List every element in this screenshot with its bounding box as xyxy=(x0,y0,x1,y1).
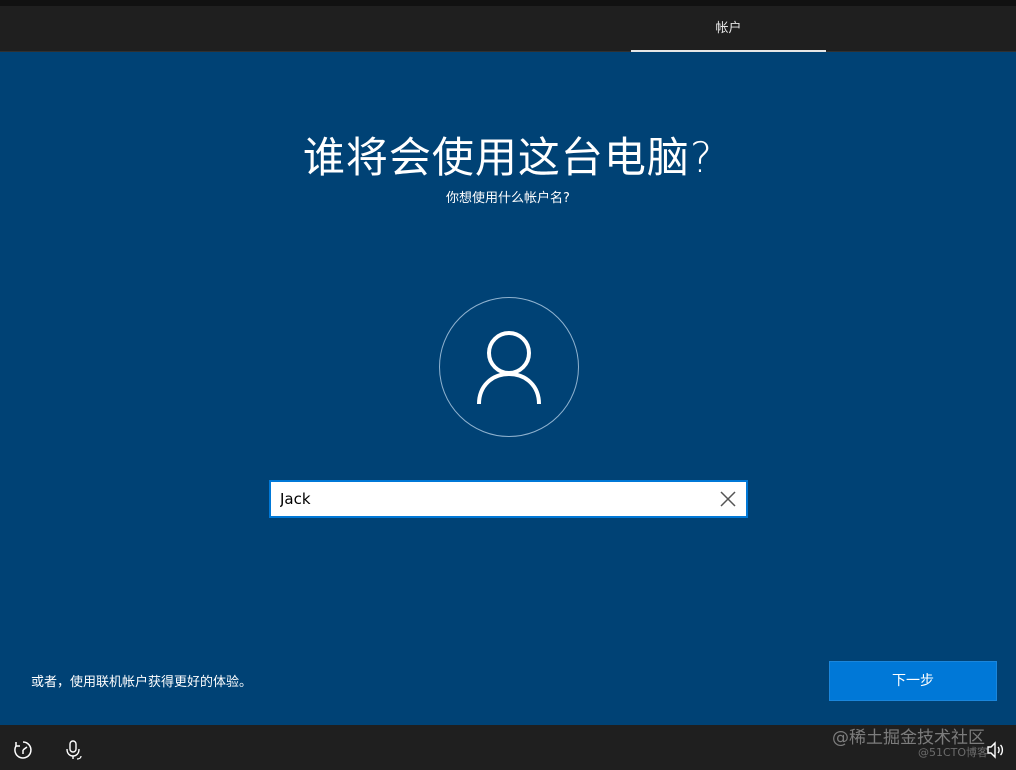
page-title: 谁将会使用这台电脑? xyxy=(302,133,714,182)
stage-tab-account: 帐户 xyxy=(631,6,826,52)
next-button[interactable]: 下一步 xyxy=(829,661,997,701)
ease-of-access-button[interactable] xyxy=(12,739,34,761)
stage-tab-underline xyxy=(631,50,826,52)
oobe-screen: 帐户 谁将会使用这台电脑? 你想使用什么帐户名? 或者，使用联机帐户获得更好的体… xyxy=(0,0,1016,770)
online-account-link[interactable]: 或者，使用联机帐户获得更好的体验。 xyxy=(31,674,252,692)
microphone-button[interactable] xyxy=(63,739,85,761)
close-icon xyxy=(720,491,736,507)
avatar xyxy=(439,297,579,437)
account-name-field xyxy=(269,480,748,518)
person-icon xyxy=(477,331,541,405)
clear-input-button[interactable] xyxy=(718,489,738,509)
account-name-input[interactable] xyxy=(271,482,711,516)
volume-button[interactable] xyxy=(985,739,1007,761)
ease-of-access-icon xyxy=(14,741,32,759)
stage-tab-label: 帐户 xyxy=(715,21,742,36)
microphone-icon xyxy=(66,740,82,760)
watermark-sub: @51CTO博客 xyxy=(918,746,989,759)
page-subtitle: 你想使用什么帐户名? xyxy=(446,191,570,206)
top-bar-edge xyxy=(0,0,1016,6)
top-bar: 帐户 xyxy=(0,0,1016,52)
volume-icon xyxy=(987,741,1004,759)
